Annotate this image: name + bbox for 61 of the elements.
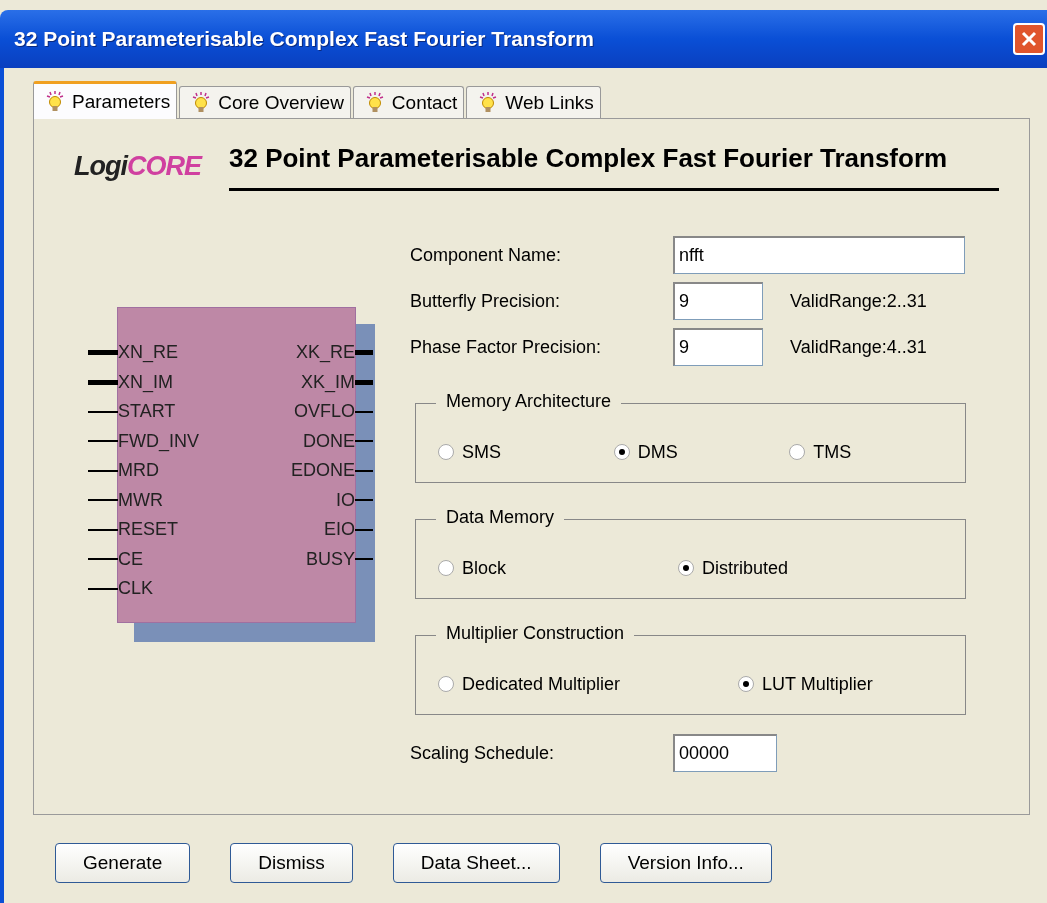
port-label: XK_RE [295,342,355,364]
close-icon [1020,30,1038,48]
group-title: Memory Architecture [436,391,622,412]
close-button[interactable] [1013,23,1045,55]
port-label: EIO [324,519,355,541]
group-title: Data Memory [436,507,565,528]
port-label: MWR [118,489,163,511]
port-label: DONE [303,430,355,452]
port-label: MRD [118,460,159,482]
tab[interactable]: Core Overview [179,86,351,118]
radio-option[interactable]: Distributed [678,557,918,579]
window-title: 32 Point Parameterisable Complex Fast Fourier Transform [14,27,595,51]
radio-button[interactable] [613,444,630,460]
field-label: Butterfly Precision: [410,290,562,312]
lightbulb-icon [192,92,211,114]
port-label: IO [336,489,355,511]
port-label: CLK [118,578,153,600]
field-label: Phase Factor Precision: [410,336,603,358]
radio-option[interactable]: DMS [613,441,790,463]
radio-button[interactable] [438,444,454,460]
tab[interactable]: Web Links [466,86,601,118]
dialog-button[interactable]: Dismiss [230,843,353,883]
input-field[interactable]: 00000 [673,734,777,772]
port-label: START [118,401,176,423]
radio-button[interactable] [438,560,454,576]
radio-button[interactable] [789,444,806,460]
lightbulb-icon [365,92,384,114]
logo: LogiCORE [74,151,201,182]
port-label: XN_RE [118,342,179,364]
radio-button[interactable] [438,676,454,692]
dialog-button[interactable]: Version Info... [599,843,772,883]
lightbulb-icon [479,92,498,114]
port-label: OVFLO [294,401,355,423]
port-label: XK_IM [300,371,355,393]
field-label: Scaling Schedule: [410,742,556,764]
core-heading: 32 Point Parameterisable Complex Fast Fourier Transform [229,143,999,191]
group-title: Multiplier Construction [436,623,635,644]
dialog-button[interactable]: Data Sheet... [392,843,560,883]
field-label: Component Name: [410,244,563,266]
radio-option[interactable]: Block [438,557,678,579]
input-field[interactable]: 9 [673,282,763,320]
radio-option[interactable]: Dedicated Multiplier [438,673,738,695]
port-label: RESET [118,519,178,541]
port-label: EDONE [291,460,355,482]
port-label: BUSY [305,548,355,570]
port-label: XN_IM [118,371,173,393]
radio-option[interactable]: SMS [438,441,614,463]
dialog-button[interactable]: Generate [55,843,191,883]
port-label: CE [118,548,143,570]
tab[interactable]: Contact [352,86,465,118]
lightbulb-icon [46,91,64,113]
radio-button[interactable] [678,560,694,576]
input-field[interactable]: 9 [673,328,763,366]
radio-option[interactable]: TMS [789,441,965,463]
radio-option[interactable]: LUT Multiplier [738,673,873,695]
radio-button[interactable] [738,676,754,692]
port-label: FWD_INV [118,430,199,452]
valid-range: ValidRange:2..31 [790,290,927,312]
valid-range: ValidRange:4..31 [790,336,927,358]
tab[interactable]: Parameters [33,81,178,119]
input-field[interactable]: nfft [673,236,965,274]
